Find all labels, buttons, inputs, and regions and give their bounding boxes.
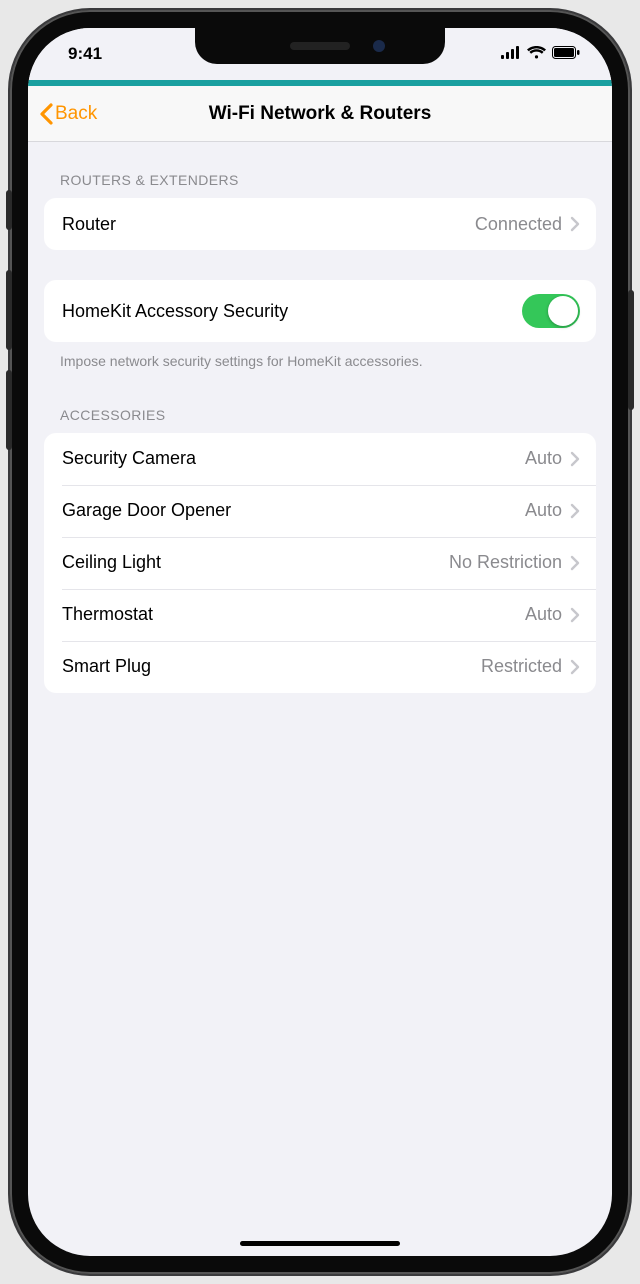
notch [195, 28, 445, 64]
cellular-icon [501, 44, 521, 64]
section-header-routers: ROUTERS & EXTENDERS [28, 142, 612, 198]
row-value: Connected [475, 214, 562, 235]
chevron-right-icon [570, 503, 580, 519]
row-value: Auto [525, 448, 562, 469]
row-label: Security Camera [62, 448, 196, 469]
back-label: Back [55, 103, 97, 125]
row-garage-door[interactable]: Garage Door Opener Auto [44, 485, 596, 537]
wifi-icon [527, 44, 546, 64]
row-label: Ceiling Light [62, 552, 161, 573]
power-button [628, 290, 634, 410]
status-time: 9:41 [68, 44, 102, 64]
speaker [290, 42, 350, 50]
nav-bar: Back Wi-Fi Network & Routers [28, 86, 612, 142]
group-routers: Router Connected [44, 198, 596, 250]
front-camera [373, 40, 385, 52]
back-button[interactable]: Back [38, 103, 97, 125]
row-value: Auto [525, 604, 562, 625]
row-label: Garage Door Opener [62, 500, 231, 521]
section-footer: Impose network security settings for Hom… [28, 342, 612, 377]
row-security-camera[interactable]: Security Camera Auto [44, 433, 596, 485]
row-value: Auto [525, 500, 562, 521]
chevron-right-icon [570, 451, 580, 467]
chevron-right-icon [570, 607, 580, 623]
row-ceiling-light[interactable]: Ceiling Light No Restriction [44, 537, 596, 589]
row-label: Smart Plug [62, 656, 151, 677]
section-header-accessories: ACCESSORIES [28, 377, 612, 433]
chevron-right-icon [570, 216, 580, 232]
row-label: Router [62, 214, 116, 235]
phone-frame: 9:41 Back Wi-Fi Network & [10, 10, 630, 1274]
screen: 9:41 Back Wi-Fi Network & [28, 28, 612, 1256]
row-homekit-security: HomeKit Accessory Security [44, 280, 596, 342]
row-smart-plug[interactable]: Smart Plug Restricted [44, 641, 596, 693]
row-router[interactable]: Router Connected [44, 198, 596, 250]
group-accessories: Security Camera Auto Garage Door Opener … [44, 433, 596, 693]
battery-icon [552, 44, 580, 64]
home-indicator[interactable] [240, 1241, 400, 1246]
mute-switch [6, 190, 12, 230]
page-title: Wi-Fi Network & Routers [28, 103, 612, 125]
toggle-knob [548, 296, 578, 326]
homekit-security-toggle[interactable] [522, 294, 580, 328]
row-label: HomeKit Accessory Security [62, 301, 288, 322]
row-label: Thermostat [62, 604, 153, 625]
row-value: Restricted [481, 656, 562, 677]
chevron-right-icon [570, 555, 580, 571]
chevron-left-icon [38, 103, 53, 125]
row-thermostat[interactable]: Thermostat Auto [44, 589, 596, 641]
volume-down [6, 370, 12, 450]
group-security-toggle: HomeKit Accessory Security [44, 280, 596, 342]
chevron-right-icon [570, 659, 580, 675]
content[interactable]: ROUTERS & EXTENDERS Router Connected Hom… [28, 142, 612, 1256]
row-value: No Restriction [449, 552, 562, 573]
volume-up [6, 270, 12, 350]
